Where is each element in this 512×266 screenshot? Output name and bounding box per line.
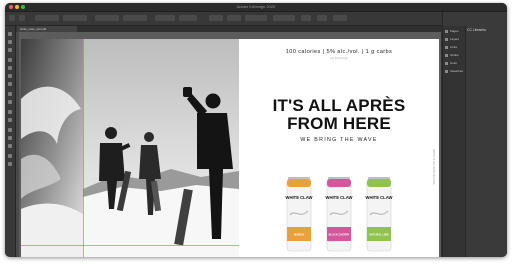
right-page[interactable]: 100 calories | 5% alc./vol. | 1 g carbs … <box>239 39 439 257</box>
app-title: Adobe InDesign 2020 <box>236 4 276 9</box>
can-brand-label: WHITE CLAW <box>326 195 353 200</box>
panel-item-swatches[interactable]: Swatches <box>445 68 465 74</box>
pencil-tool-icon[interactable] <box>8 82 12 86</box>
panel-item-color[interactable]: Color <box>445 60 465 66</box>
free-transform-tool-icon[interactable] <box>8 118 12 122</box>
hand-tool-icon[interactable] <box>8 154 12 158</box>
stroke-panel-icon <box>445 53 448 57</box>
swatches-panel-icon <box>445 69 448 73</box>
wrap-button[interactable] <box>317 15 327 21</box>
headline: IT'S ALL APRÈS FROM HERE <box>239 97 439 133</box>
pages-panel-icon <box>445 29 448 33</box>
app-window: Adobe InDesign 2020 Essentials Classic <box>5 3 507 257</box>
color-panel-icon <box>445 61 448 65</box>
width-field[interactable] <box>95 15 119 21</box>
title-bar: Adobe InDesign 2020 <box>5 3 507 12</box>
panels-dock: Pages Layers Links Stroke Color Swatches CC L… <box>442 12 507 257</box>
column-guide-left <box>83 39 84 257</box>
rotate-field[interactable] <box>179 15 197 21</box>
x-field[interactable] <box>35 15 59 21</box>
nutrition-claims: 100 calories | 5% alc./vol. | 1 g carbs <box>285 49 393 55</box>
tagline: WE BRING THE WAVE <box>300 137 378 143</box>
headline-line-1: IT'S ALL APRÈS <box>272 96 406 115</box>
direct-selection-tool-icon[interactable] <box>8 40 12 44</box>
scissors-tool-icon[interactable] <box>8 110 12 114</box>
panel-item-label: Stroke <box>450 53 459 57</box>
rectangle-tool-icon[interactable] <box>8 100 12 104</box>
line-tool-icon[interactable] <box>8 66 12 70</box>
type-tool-icon[interactable] <box>8 58 12 62</box>
panel-item-layers[interactable]: Layers <box>445 36 465 42</box>
bridge-button[interactable] <box>19 15 25 21</box>
fill-swatch[interactable] <box>209 15 223 21</box>
claims-footnote: per 12 fl oz can <box>330 57 348 60</box>
effects-button[interactable] <box>301 15 311 21</box>
document-spread[interactable]: 100 calories | 5% alc./vol. | 1 g carbs … <box>21 39 439 257</box>
page-tool-icon[interactable] <box>8 48 12 52</box>
can-natural-lime[interactable]: WHITE CLAW NATURAL LIME <box>365 175 393 253</box>
cc-libraries-panel-tab[interactable]: CC Libraries <box>467 28 486 32</box>
rectangle-frame-tool-icon[interactable] <box>8 92 12 96</box>
layers-panel-icon <box>445 37 448 41</box>
y-field[interactable] <box>63 15 87 21</box>
home-button[interactable] <box>9 15 15 21</box>
tools-panel <box>5 26 16 257</box>
align-button[interactable] <box>333 15 347 21</box>
headline-line-2: FROM HERE <box>287 114 391 133</box>
stroke-swatch[interactable] <box>227 15 241 21</box>
zoom-tool-icon[interactable] <box>8 162 12 166</box>
can-flavor-label: BLACK CHERRY <box>329 233 350 237</box>
pen-tool-icon[interactable] <box>8 74 12 78</box>
can-brand-label: WHITE CLAW <box>286 195 313 200</box>
can-black-cherry[interactable]: WHITE CLAW BLACK CHERRY <box>325 175 353 253</box>
can-mango[interactable]: WHITE CLAW MANGO <box>285 175 313 253</box>
panel-item-pages[interactable]: Pages <box>445 28 465 34</box>
eyedropper-tool-icon[interactable] <box>8 144 12 148</box>
can-flavor-label: NATURAL LIME <box>369 233 388 237</box>
height-field[interactable] <box>123 15 147 21</box>
note-tool-icon[interactable] <box>8 136 12 140</box>
gradient-tool-icon[interactable] <box>8 128 12 132</box>
opacity-field[interactable] <box>273 15 295 21</box>
stroke-weight-field[interactable] <box>245 15 267 21</box>
ski-photo[interactable] <box>21 39 239 257</box>
links-panel-icon <box>445 45 448 49</box>
panel-item-label: Color <box>450 61 458 65</box>
scale-field[interactable] <box>155 15 175 21</box>
can-brand-label: WHITE CLAW <box>366 195 393 200</box>
panel-item-label: Pages <box>450 29 459 33</box>
panel-item-label: Swatches <box>450 69 464 73</box>
vertical-ruler[interactable] <box>16 32 19 257</box>
panel-icon-column: Pages Layers Links Stroke Color Swatches <box>443 26 466 257</box>
selection-tool-icon[interactable] <box>8 32 12 36</box>
control-panel: Essentials Classic <box>5 12 507 26</box>
panel-item-links[interactable]: Links <box>445 44 465 50</box>
panel-item-label: Links <box>450 45 458 49</box>
panel-item-label: Layers <box>450 37 460 41</box>
side-legal-text: WHITE CLAW HARD SELTZER <box>432 149 435 185</box>
can-flavor-label: MANGO <box>294 233 304 237</box>
panel-item-stroke[interactable]: Stroke <box>445 52 465 58</box>
